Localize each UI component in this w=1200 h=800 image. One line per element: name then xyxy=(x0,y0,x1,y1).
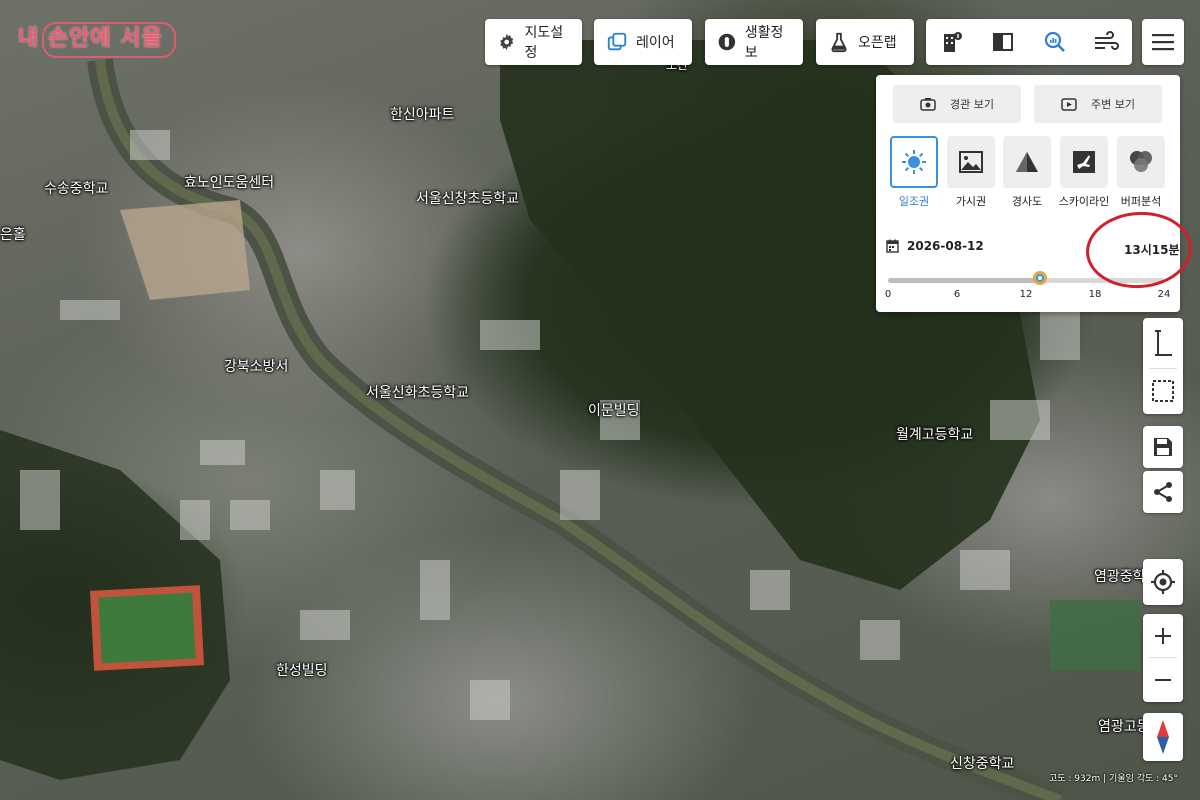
map-label: 수송중학교 xyxy=(44,181,109,197)
share-button[interactable] xyxy=(1143,471,1183,513)
locate-me-button[interactable] xyxy=(1143,559,1183,605)
slope-icon xyxy=(1016,152,1038,172)
sunlight-analysis-panel: 경관 보기 주변 보기 일조권 가시권 경사도 스카이라인 버퍼분석 2026-… xyxy=(876,75,1180,312)
split-screen-icon xyxy=(993,33,1014,51)
altitude-readout: 고도 : 932m xyxy=(1048,774,1101,784)
slider-tick: 18 xyxy=(1088,289,1102,300)
zoom-out-button[interactable] xyxy=(1143,658,1183,701)
map-status-bar: 고도 : 932m | 기울임 각도 : 45° xyxy=(1049,771,1178,784)
calendar-icon xyxy=(886,239,899,253)
compare-view-button[interactable] xyxy=(987,26,1019,58)
tool-visibility[interactable]: 가시권 xyxy=(947,136,995,209)
map-label: 한신아파트 xyxy=(390,107,455,123)
hamburger-icon xyxy=(1152,34,1174,51)
map-settings-button[interactable]: 지도설정 xyxy=(485,19,582,65)
save-icon-wrap[interactable] xyxy=(1143,426,1183,468)
menu-button[interactable] xyxy=(1142,19,1184,65)
measure-tools xyxy=(1143,318,1183,414)
life-info-label: 생활정보 xyxy=(744,25,784,61)
slider-tick: 12 xyxy=(1019,289,1033,300)
height-measure-icon xyxy=(1155,330,1172,356)
map-tool-group xyxy=(926,19,1132,65)
surround-view-button[interactable]: 주변 보기 xyxy=(1034,85,1162,123)
tool-buffer-label: 버퍼분석 xyxy=(1120,195,1162,208)
minus-icon xyxy=(1155,678,1171,681)
plus-icon xyxy=(1155,627,1171,644)
life-info-button[interactable]: 생활정보 xyxy=(705,19,803,65)
measure-area-button[interactable] xyxy=(1143,369,1183,413)
layers-label: 레이어 xyxy=(636,35,675,51)
map-settings-label: 지도설정 xyxy=(524,25,564,61)
map-label: 강북소방서 xyxy=(224,359,289,375)
wind-icon xyxy=(1095,31,1120,50)
map-label: 서울신화초등학교 xyxy=(366,385,470,401)
tool-skyline[interactable]: 스카이라인 xyxy=(1059,136,1109,209)
landscape-view-button[interactable]: 경관 보기 xyxy=(893,85,1021,123)
slider-tick: 6 xyxy=(953,289,961,300)
wind-button[interactable] xyxy=(1090,26,1122,58)
tool-slope[interactable]: 경사도 xyxy=(1003,136,1051,209)
map-label: 효노인도움센터 xyxy=(184,175,275,191)
slider-tick: 0 xyxy=(884,289,892,300)
date-picker[interactable]: 2026-08-12 xyxy=(886,239,984,253)
surround-view-label: 주변 보기 xyxy=(1091,98,1135,111)
map-label: 서울신창초등학교 xyxy=(416,191,520,207)
image-icon xyxy=(959,151,983,173)
tilt-readout: 기울임 각도 : 45° xyxy=(1109,774,1178,784)
life-info-icon xyxy=(718,33,736,51)
locate-icon-wrap[interactable] xyxy=(1143,559,1183,605)
openlab-label: 오픈랩 xyxy=(858,35,897,51)
map-label: 이문빌딩 xyxy=(588,403,640,419)
slider-tick: 24 xyxy=(1157,289,1171,300)
date-value: 2026-08-12 xyxy=(907,239,984,253)
tool-sunlight[interactable]: 일조권 xyxy=(890,136,938,209)
save-button[interactable] xyxy=(1143,426,1183,468)
time-slider-fill xyxy=(888,278,1041,283)
building-icon xyxy=(943,32,962,52)
compass-icon-wrap[interactable] xyxy=(1143,713,1183,761)
zoom-in-button[interactable] xyxy=(1143,614,1183,657)
sun-icon xyxy=(902,150,926,174)
analysis-search-button[interactable] xyxy=(1039,26,1071,58)
buffer-icon xyxy=(1130,151,1152,172)
time-value: 13시15분 xyxy=(1124,243,1180,257)
openlab-button[interactable]: 오픈랩 xyxy=(816,19,914,65)
share-icon xyxy=(1154,482,1172,502)
share-icon-wrap[interactable] xyxy=(1143,471,1183,513)
logo[interactable]: 내 손안에 서울 xyxy=(18,20,163,52)
map-label: 염광중학 xyxy=(1094,569,1146,585)
flask-icon xyxy=(831,32,847,53)
time-slider-track[interactable] xyxy=(888,278,1164,283)
landscape-view-label: 경관 보기 xyxy=(950,98,994,111)
layers-icon xyxy=(607,32,627,51)
compass-button[interactable] xyxy=(1143,713,1183,761)
building-info-button[interactable] xyxy=(936,26,968,58)
layers-button[interactable]: 레이어 xyxy=(594,19,692,65)
camera-icon xyxy=(920,98,936,111)
map-label: 한성빌딩 xyxy=(276,663,328,679)
crosshair-icon xyxy=(1151,570,1175,594)
chart-search-icon xyxy=(1044,31,1065,52)
map-label: 염광고등 xyxy=(1098,719,1150,735)
video-icon xyxy=(1061,98,1077,111)
compass-icon xyxy=(1157,720,1169,754)
map-label: 은홀 xyxy=(0,227,26,243)
zoom-controls xyxy=(1143,614,1183,702)
area-select-icon xyxy=(1152,380,1174,402)
save-icon xyxy=(1154,438,1172,456)
skyline-icon xyxy=(1073,151,1095,173)
measure-height-button[interactable] xyxy=(1143,318,1183,368)
map-label: 월계고등학교 xyxy=(896,427,974,443)
map-label: 신창중학교 xyxy=(950,756,1015,772)
gear-icon xyxy=(500,33,514,51)
tool-buffer[interactable]: 버퍼분석 xyxy=(1117,136,1165,209)
